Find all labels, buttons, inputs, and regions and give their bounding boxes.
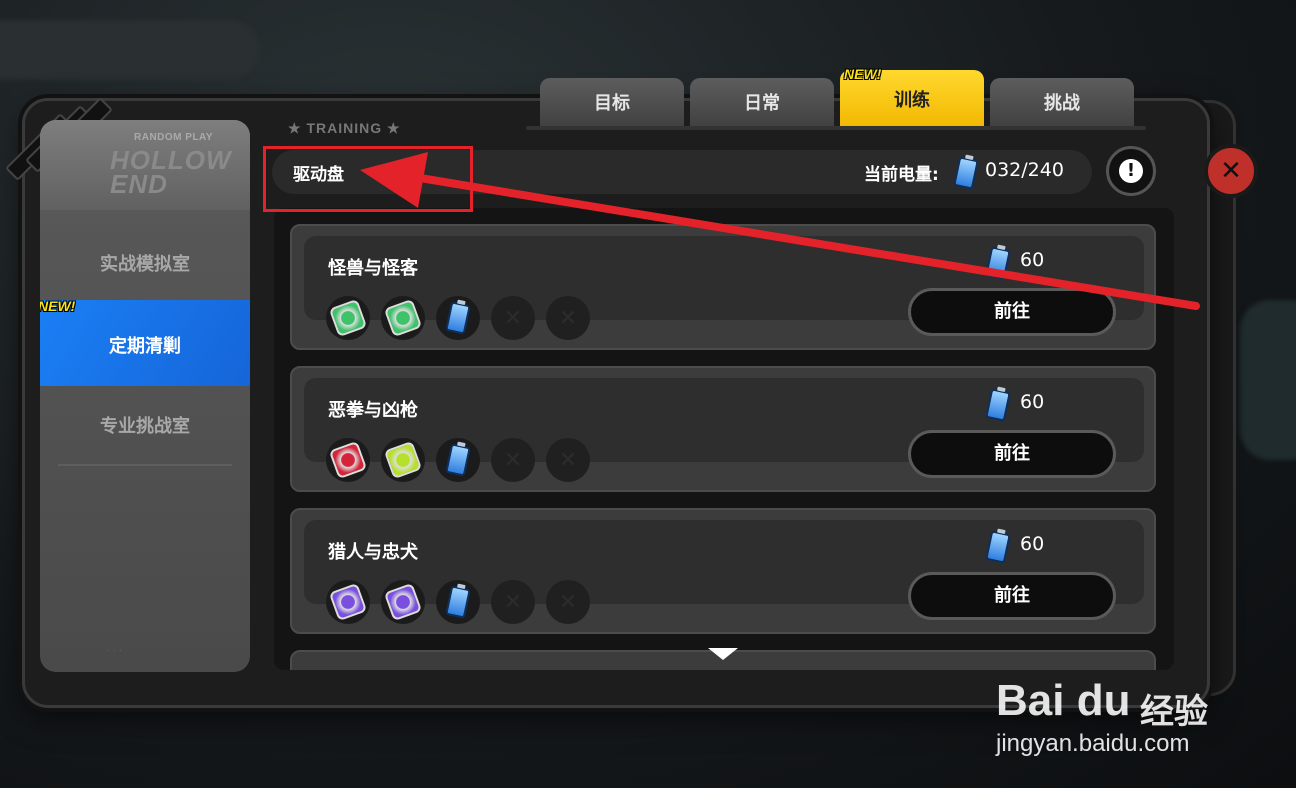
watermark-url: jingyan.baidu.com [996, 730, 1190, 757]
annotation-arrow [360, 152, 1200, 310]
watermark-logo: Bai du [996, 676, 1131, 725]
watermark-text: 经验 [1140, 692, 1208, 732]
